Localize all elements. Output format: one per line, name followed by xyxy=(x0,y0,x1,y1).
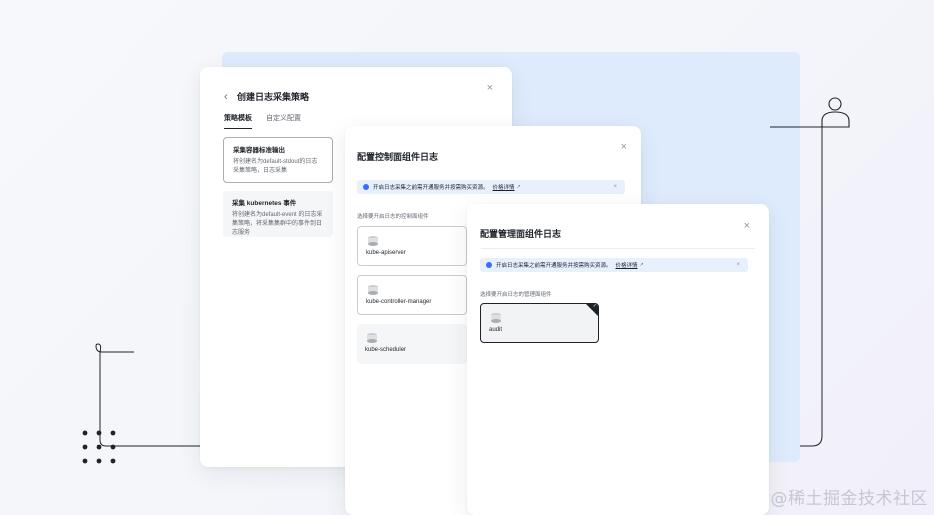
info-banner: 开启日志采集之前需开通服务并按需购买资源。 价格详情 ↗ × xyxy=(357,180,625,194)
component-icon xyxy=(368,236,378,246)
strategy-card-stdout[interactable]: 采集容器标准输出 将创建名为default-stdout的日志采集策略，日志采集 xyxy=(223,137,333,183)
close-icon[interactable]: × xyxy=(613,184,617,190)
info-icon xyxy=(363,184,369,190)
strategy-title: 采集容器标准输出 xyxy=(233,147,285,154)
price-details-link[interactable]: 价格详情 xyxy=(493,183,515,191)
dot-grid-icon xyxy=(82,430,116,464)
close-icon[interactable]: × xyxy=(487,83,493,94)
management-plane-dialog: 配置管理面组件日志 × 开启日志采集之前需开通服务并按需购买资源。 价格详情 ↗… xyxy=(467,204,769,515)
component-card-controller-manager[interactable]: kube-controller-manager xyxy=(357,275,467,315)
component-card-audit[interactable]: ✓ audit xyxy=(480,303,599,343)
dialog-title: 配置控制面组件日志 xyxy=(357,152,439,162)
section-label: 选择要开启日志的管理面组件 xyxy=(480,292,552,298)
divider xyxy=(481,248,755,249)
component-card-apiserver[interactable]: kube-apiserver xyxy=(357,226,467,266)
banner-text: 开启日志采集之前需开通服务并按需购买资源。 xyxy=(496,263,612,269)
external-link-icon: ↗ xyxy=(516,184,521,190)
section-label: 选择要开启日志的控制面组件 xyxy=(357,214,429,220)
component-icon xyxy=(491,313,501,323)
watermark: @稀土掘金技术社区 xyxy=(770,489,928,509)
user-icon xyxy=(821,97,850,128)
component-name: kube-scheduler xyxy=(365,347,407,353)
check-icon: ✓ xyxy=(592,303,597,309)
component-card-scheduler[interactable]: kube-scheduler xyxy=(357,324,467,364)
close-icon[interactable]: × xyxy=(621,142,627,153)
strategy-desc: 将创建名为default-event 的日志采集策略，将采集集群中的事件到日志服… xyxy=(232,212,323,236)
external-link-icon: ↗ xyxy=(639,262,644,268)
dialog-title: 配置管理面组件日志 xyxy=(480,229,562,239)
close-icon[interactable]: × xyxy=(736,262,740,268)
component-icon xyxy=(367,333,377,343)
tab-bar: 策略模板 自定义配置 xyxy=(224,113,301,129)
component-name: kube-apiserver xyxy=(366,250,406,256)
dialog-title: 创建日志采集策略 xyxy=(237,92,310,102)
strategy-title: 采集 kubernetes 事件 xyxy=(232,200,297,207)
strategy-card-events[interactable]: 采集 kubernetes 事件 将创建名为default-event 的日志采… xyxy=(223,191,333,237)
tab-template[interactable]: 策略模板 xyxy=(224,113,252,129)
strategy-desc: 将创建名为default-stdout的日志采集策略，日志采集 xyxy=(233,159,318,174)
chevron-left-icon[interactable]: ‹ xyxy=(224,91,228,103)
info-icon xyxy=(486,262,492,268)
component-name: kube-controller-manager xyxy=(366,299,432,305)
component-icon xyxy=(368,285,378,295)
tab-custom[interactable]: 自定义配置 xyxy=(266,113,301,129)
price-details-link[interactable]: 价格详情 xyxy=(616,261,638,269)
component-name: audit xyxy=(489,327,503,333)
banner-text: 开启日志采集之前需开通服务并按需购买资源。 xyxy=(373,185,489,191)
close-icon[interactable]: × xyxy=(744,221,750,232)
info-banner: 开启日志采集之前需开通服务并按需购买资源。 价格详情 ↗ × xyxy=(480,258,748,272)
